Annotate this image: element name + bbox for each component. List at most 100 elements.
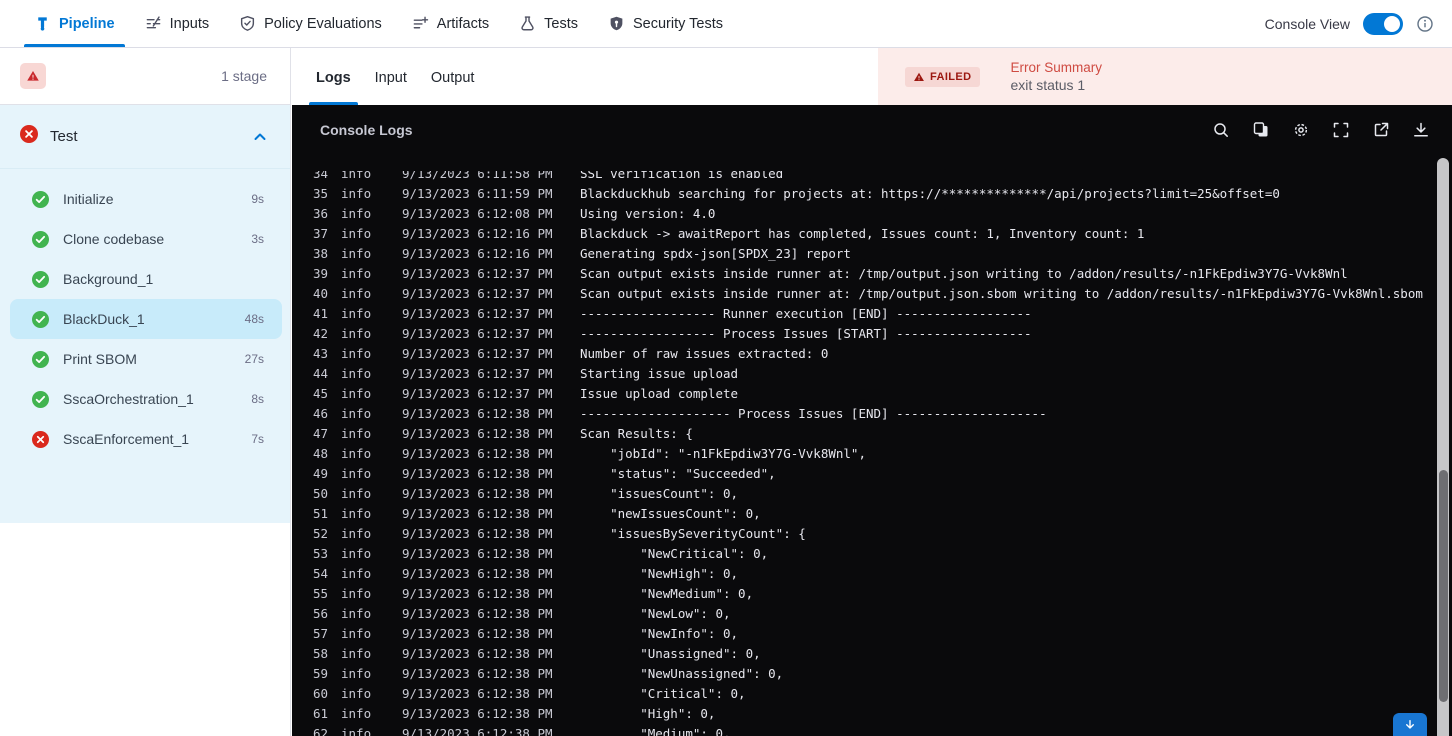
log-row: 43 info 9/13/2023 6:12:37 PM Number of raw … xyxy=(292,343,1452,363)
x-circle-icon xyxy=(32,430,49,448)
step-label: Clone codebase xyxy=(63,231,165,247)
inputs-icon xyxy=(145,15,162,32)
log-row: 57 info 9/13/2023 6:12:38 PM "NewInfo": 0, xyxy=(292,623,1452,643)
log-message: -------------------- Process Issues [END… xyxy=(580,405,1047,421)
nav-tab-artifacts[interactable]: Artifacts xyxy=(412,0,489,47)
log-line-number: 58 xyxy=(312,645,328,661)
error-summary-message: exit status 1 xyxy=(1010,77,1086,93)
log-level: info xyxy=(341,565,372,581)
fullscreen-icon[interactable] xyxy=(1332,121,1350,139)
log-row: 45 info 9/13/2023 6:12:37 PM Issue upload c… xyxy=(292,383,1452,403)
nav-tab-label: Security Tests xyxy=(633,15,723,32)
log-message: Blackduckhub searching for projects at: … xyxy=(580,185,1280,201)
log-level: info xyxy=(341,465,372,481)
navbar-tabs: Pipeline Inputs Policy Evaluations Artifact… xyxy=(0,0,723,47)
log-row: 56 info 9/13/2023 6:12:38 PM "NewLow": 0, xyxy=(292,603,1452,623)
log-timestamp: 9/13/2023 6:12:38 PM xyxy=(402,625,553,641)
log-timestamp: 9/13/2023 6:12:38 PM xyxy=(402,665,553,681)
log-message: "NewInfo": 0, xyxy=(580,625,739,641)
log-message: Generating spdx-json[SPDX_23] report xyxy=(580,245,851,261)
log-message: "issuesCount": 0, xyxy=(580,485,739,501)
check-circle-icon xyxy=(32,350,49,368)
step-blackduck-1[interactable]: BlackDuck_1 48s xyxy=(10,299,282,339)
tab-logs[interactable]: Logs xyxy=(309,70,358,105)
nav-tab-label: Policy Evaluations xyxy=(264,15,382,32)
console-logs-title: Console Logs xyxy=(320,122,413,138)
log-line-number: 45 xyxy=(312,385,328,401)
log-level: info xyxy=(341,305,372,321)
check-circle-icon xyxy=(32,270,49,288)
log-level: info xyxy=(341,405,372,421)
log-line-number: 46 xyxy=(312,405,328,421)
nav-tab-pipeline[interactable]: Pipeline xyxy=(24,0,125,47)
log-message: "NewHigh": 0, xyxy=(580,565,739,581)
log-line-number: 38 xyxy=(312,245,328,261)
step-clone-codebase[interactable]: Clone codebase 3s xyxy=(10,219,282,259)
step-label: BlackDuck_1 xyxy=(63,311,145,327)
info-icon[interactable] xyxy=(1416,15,1434,33)
open-in-new-icon[interactable] xyxy=(1372,121,1390,139)
stage-header[interactable]: Test xyxy=(0,105,290,169)
chevron-up-icon[interactable] xyxy=(252,129,268,145)
log-line-number: 62 xyxy=(312,725,328,736)
log-row: 42 info 9/13/2023 6:12:37 PM --------------… xyxy=(292,323,1452,343)
settings-icon[interactable] xyxy=(1292,121,1310,139)
sidebar-summary: 1 stage xyxy=(0,48,290,105)
step-print-sbom[interactable]: Print SBOM 27s xyxy=(10,339,282,379)
log-timestamp: 9/13/2023 6:12:38 PM xyxy=(402,525,553,541)
arrow-down-icon xyxy=(1406,719,1414,729)
failed-warning-icon xyxy=(914,72,924,81)
nav-tab-security-tests[interactable]: Security Tests xyxy=(608,0,723,47)
log-timestamp: 9/13/2023 6:12:38 PM xyxy=(402,685,553,701)
log-level: info xyxy=(341,705,372,721)
nav-tab-tests[interactable]: Tests xyxy=(519,0,578,47)
log-level: info xyxy=(341,545,372,561)
step-duration: 9s xyxy=(251,192,264,206)
step-initialize[interactable]: Initialize 9s xyxy=(10,179,282,219)
log-timestamp: 9/13/2023 6:12:38 PM xyxy=(402,645,553,661)
step-background-1[interactable]: Background_1 xyxy=(10,259,282,299)
log-timestamp: 9/13/2023 6:12:37 PM xyxy=(402,265,553,281)
step-sscaorchestration-1[interactable]: SscaOrchestration_1 8s xyxy=(10,379,282,419)
log-timestamp: 9/13/2023 6:12:38 PM xyxy=(402,425,553,441)
download-icon[interactable] xyxy=(1412,121,1430,139)
nav-tab-label: Pipeline xyxy=(59,15,115,32)
step-sscaenforcement-1[interactable]: SscaEnforcement_1 7s xyxy=(10,419,282,459)
log-level: info xyxy=(341,325,372,341)
log-message: Number of raw issues extracted: 0 xyxy=(580,345,829,361)
log-timestamp: 9/13/2023 6:12:16 PM xyxy=(402,225,553,241)
log-row: 37 info 9/13/2023 6:12:16 PM Blackduck -> a… xyxy=(292,223,1452,243)
log-row: 39 info 9/13/2023 6:12:37 PM Scan output ex… xyxy=(292,263,1452,283)
log-level: info xyxy=(341,205,372,221)
log-line-number: 57 xyxy=(312,625,328,641)
log-row: 51 info 9/13/2023 6:12:38 PM "newIssuesCou… xyxy=(292,503,1452,523)
log-timestamp: 9/13/2023 6:12:38 PM xyxy=(402,705,553,721)
step-duration: 3s xyxy=(251,232,264,246)
scroll-to-bottom-button[interactable] xyxy=(1393,713,1427,736)
log-message: Scan Results: { xyxy=(580,425,693,441)
tab-input[interactable]: Input xyxy=(375,70,407,105)
log-message: Blackduck -> awaitReport has completed, … xyxy=(580,225,1145,241)
log-message: ------------------ Process Issues [START… xyxy=(580,325,1032,341)
nav-tab-inputs[interactable]: Inputs xyxy=(145,0,209,47)
nav-tab-policy-evaluations[interactable]: Policy Evaluations xyxy=(239,0,382,47)
log-timestamp: 9/13/2023 6:12:37 PM xyxy=(402,325,553,341)
error-summary-panel: FAILED Error Summary exit status 1 xyxy=(878,48,1452,105)
log-timestamp: 9/13/2023 6:12:37 PM xyxy=(402,285,553,301)
search-icon[interactable] xyxy=(1212,121,1230,139)
console-scrollbar-thumb[interactable] xyxy=(1438,470,1448,702)
console-scrollbar-track[interactable] xyxy=(1437,158,1449,736)
log-line-number: 55 xyxy=(312,585,328,601)
log-timestamp: 9/13/2023 6:12:38 PM xyxy=(402,545,553,561)
tab-output[interactable]: Output xyxy=(431,70,475,105)
console-view-toggle[interactable] xyxy=(1363,12,1403,35)
log-line-number: 34 xyxy=(312,171,328,181)
log-level: info xyxy=(341,645,372,661)
copy-icon[interactable] xyxy=(1252,121,1270,139)
log-row: 49 info 9/13/2023 6:12:38 PM "status": "Su… xyxy=(292,463,1452,483)
policy-evaluations-icon xyxy=(239,15,256,32)
log-timestamp: 9/13/2023 6:12:38 PM xyxy=(402,405,553,421)
log-row: 35 info 9/13/2023 6:11:59 PM Blackduckhub s… xyxy=(292,183,1452,203)
failed-badge: FAILED xyxy=(905,66,980,87)
step-list: Initialize 9s Clone codebase 3s Background_1… xyxy=(0,169,290,459)
